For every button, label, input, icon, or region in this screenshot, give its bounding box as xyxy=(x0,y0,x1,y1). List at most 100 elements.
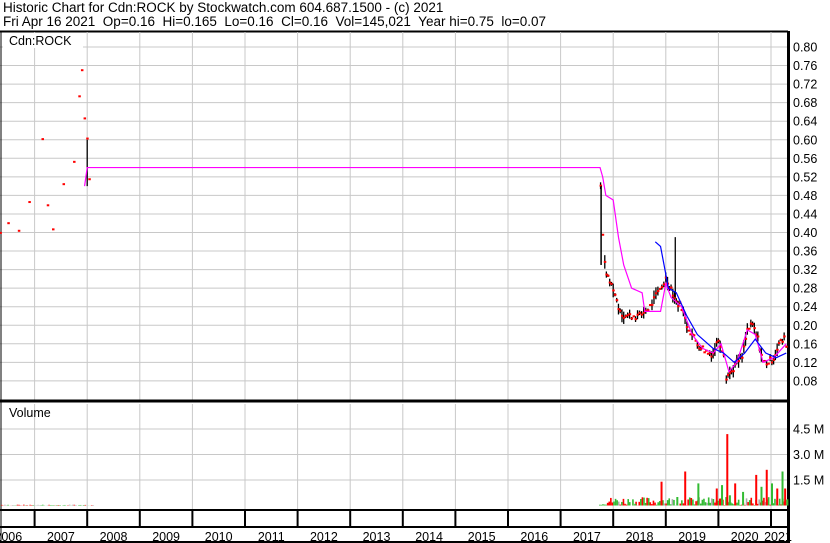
close-mark xyxy=(670,286,673,289)
volume-bar xyxy=(676,497,679,506)
price-tick-label: 0.44 xyxy=(793,207,817,221)
volume-bar xyxy=(671,499,674,506)
volume-bar xyxy=(82,504,85,506)
volume-bar xyxy=(755,474,758,506)
close-mark xyxy=(685,326,689,329)
volume-bar xyxy=(610,497,612,506)
close-mark xyxy=(612,289,615,292)
close-mark xyxy=(62,183,66,186)
volume-bar xyxy=(711,498,713,506)
volume-bar xyxy=(23,504,25,506)
close-mark xyxy=(783,335,786,338)
price-tick-label: 0.12 xyxy=(793,356,817,370)
volume-bar xyxy=(621,501,623,506)
volume-bar xyxy=(68,504,71,506)
close-mark xyxy=(601,233,605,236)
volume-bar xyxy=(643,497,645,506)
volume-bar xyxy=(758,499,760,506)
volume-bar xyxy=(655,504,658,506)
volume-bar xyxy=(616,500,618,506)
close-mark xyxy=(741,356,744,359)
price-tick-label: 0.72 xyxy=(793,78,817,92)
volume-bar xyxy=(748,500,751,506)
volume-bar xyxy=(695,501,697,506)
price-tick-label: 0.68 xyxy=(793,96,817,110)
volume-bar xyxy=(666,500,669,506)
close-mark xyxy=(756,335,760,338)
volume-bar xyxy=(699,503,702,506)
price-tick-label: 0.64 xyxy=(793,115,817,129)
close-mark xyxy=(776,348,779,351)
volume-bar xyxy=(679,503,682,506)
close-mark xyxy=(677,305,680,308)
price-tick-label: 0.40 xyxy=(793,226,817,240)
close-mark xyxy=(767,362,770,365)
close-mark xyxy=(652,296,656,299)
volume-bar xyxy=(649,502,652,506)
close-mark xyxy=(78,95,81,98)
volume-bar xyxy=(709,502,712,506)
volume-bar xyxy=(613,501,615,506)
volume-bar xyxy=(625,504,628,506)
volume-bar xyxy=(673,499,675,506)
volume-bar xyxy=(4,504,6,506)
volume-bar xyxy=(690,497,693,506)
volume-bar xyxy=(763,497,765,506)
close-mark xyxy=(17,229,21,232)
close-mark xyxy=(628,313,632,316)
close-mark xyxy=(638,311,641,314)
volume-bar xyxy=(776,488,779,506)
volume-bar xyxy=(704,502,707,506)
volume-bar xyxy=(771,483,773,506)
close-mark xyxy=(640,313,644,316)
close-mark xyxy=(630,317,634,320)
close-mark xyxy=(80,69,84,72)
volume-bar xyxy=(18,504,20,506)
volume-bar xyxy=(718,498,721,506)
price-tick-label: 0.48 xyxy=(793,189,817,203)
volume-bar xyxy=(726,434,729,506)
volume-bar xyxy=(84,504,87,506)
volume-bar xyxy=(747,502,749,506)
volume-bar xyxy=(640,498,642,506)
volume-bar xyxy=(744,504,746,506)
close-mark xyxy=(650,303,654,306)
close-mark xyxy=(753,327,756,330)
volume-bar xyxy=(688,497,691,506)
close-mark xyxy=(7,222,10,225)
volume-bar xyxy=(731,503,734,506)
volume-bar xyxy=(608,501,611,506)
close-mark xyxy=(656,290,660,293)
volume-bar xyxy=(681,500,683,506)
close-mark xyxy=(777,342,781,345)
volume-bar xyxy=(617,501,620,506)
price-tick-label: 0.08 xyxy=(793,374,817,388)
volume-bar xyxy=(750,497,753,506)
volume-bar xyxy=(784,488,787,506)
volume-bar xyxy=(670,504,672,506)
volume-bar xyxy=(64,504,66,506)
volume-bar xyxy=(663,503,666,506)
volume-bar xyxy=(48,504,50,506)
close-mark xyxy=(748,327,751,330)
volume-bar xyxy=(786,499,789,506)
close-mark xyxy=(46,204,50,207)
volume-bar xyxy=(767,497,770,506)
volume-bar xyxy=(651,504,653,506)
volume-bar xyxy=(32,504,35,506)
price-tick-label: 0.24 xyxy=(793,300,817,314)
close-mark xyxy=(73,160,76,163)
close-mark xyxy=(632,315,636,318)
close-mark xyxy=(658,287,662,290)
volume-bar xyxy=(712,499,715,506)
price-tick-label: 0.20 xyxy=(793,319,817,333)
price-tick-label: 0.52 xyxy=(793,170,817,184)
volume-bar xyxy=(706,502,708,506)
close-mark xyxy=(781,340,784,343)
price-tick-label: 0.60 xyxy=(793,133,817,147)
volume-bar xyxy=(715,488,718,506)
volume-bar xyxy=(739,504,742,506)
volume-bar xyxy=(638,501,641,506)
close-mark xyxy=(603,260,607,263)
close-mark xyxy=(88,178,91,181)
